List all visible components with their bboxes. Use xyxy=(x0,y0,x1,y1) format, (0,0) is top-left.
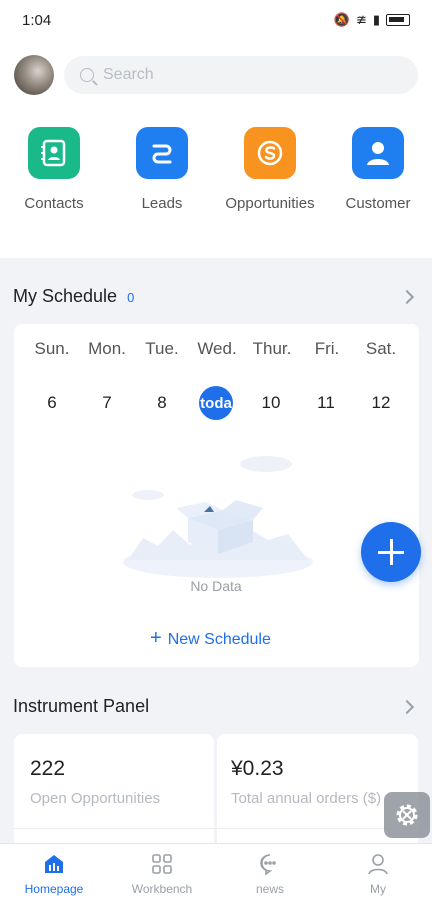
user-icon xyxy=(366,852,390,876)
home-icon xyxy=(42,852,66,876)
weekday-label: Tue. xyxy=(145,339,179,358)
mute-icon: 🔕 xyxy=(333,12,350,27)
opportunity-coin-icon xyxy=(244,127,296,179)
customer-person-icon xyxy=(352,127,404,179)
quick-action-label: Contacts xyxy=(24,195,84,212)
quick-action-label: Leads xyxy=(141,195,183,212)
weekday-label: Sat. xyxy=(365,339,397,358)
stat-label: Total annual orders ($) xyxy=(231,790,382,807)
search-icon xyxy=(80,68,94,82)
calendar-day[interactable]: 6 xyxy=(32,393,72,413)
chevron-right-icon[interactable] xyxy=(399,289,415,305)
status-bar: 1:04 🔕 ≇ ▮ xyxy=(0,0,432,40)
calendar-day[interactable]: 12 xyxy=(361,393,401,413)
search-input[interactable]: Search xyxy=(64,56,418,94)
tab-label: Homepage xyxy=(24,882,84,896)
calendar-day-today[interactable]: toda xyxy=(199,386,233,420)
wifi-icon: ≇ xyxy=(355,12,367,27)
tab-label: Workbench xyxy=(131,882,193,896)
no-data-text: No Data xyxy=(190,578,242,594)
schedule-title: My Schedule xyxy=(13,286,118,306)
gear-icon xyxy=(396,804,418,826)
leads-icon xyxy=(136,127,188,179)
quick-action-contacts[interactable]: Contacts xyxy=(4,127,104,212)
quick-action-leads[interactable]: Leads xyxy=(112,127,212,212)
empty-box-illustration xyxy=(123,456,313,578)
sim-icon: ▮ xyxy=(372,12,380,27)
weekday-label: Mon. xyxy=(88,339,126,358)
panel-title[interactable]: Instrument Panel xyxy=(13,696,149,717)
weekday-label: Wed. xyxy=(197,339,237,358)
tab-news[interactable]: news xyxy=(216,852,324,896)
stat-value: 222 xyxy=(30,757,66,780)
quick-action-label: Customer xyxy=(345,195,411,212)
search-placeholder: Search xyxy=(103,66,154,83)
plus-icon: + xyxy=(150,627,162,649)
weekday-label: Sun. xyxy=(34,339,70,358)
tab-homepage[interactable]: Homepage xyxy=(0,852,108,896)
add-floating-button[interactable] xyxy=(361,522,421,582)
tab-workbench[interactable]: Workbench xyxy=(108,852,216,896)
grid-icon xyxy=(150,852,174,876)
divider xyxy=(14,828,418,829)
bottom-tab-bar: Homepage Workbench news My xyxy=(0,843,432,900)
chevron-right-icon[interactable] xyxy=(399,699,415,715)
battery-icon xyxy=(386,14,410,26)
avatar[interactable] xyxy=(14,55,54,95)
calendar-day[interactable]: 7 xyxy=(87,393,127,413)
calendar-day[interactable]: 8 xyxy=(142,393,182,413)
schedule-header[interactable]: My Schedule 0 xyxy=(13,286,134,307)
settings-floating-button[interactable] xyxy=(384,792,430,838)
new-schedule-label: New Schedule xyxy=(167,631,271,648)
contacts-book-icon xyxy=(28,127,80,179)
weekday-label: Thur. xyxy=(252,339,292,358)
weekday-label: Fri. xyxy=(314,339,340,358)
quick-action-label: Opportunities xyxy=(225,195,315,212)
calendar-day[interactable]: 10 xyxy=(251,393,291,413)
quick-action-opportunities[interactable]: Opportunities xyxy=(220,127,320,212)
tab-my[interactable]: My xyxy=(324,852,432,896)
stat-label: Open Opportunities xyxy=(30,790,161,807)
schedule-count: 0 xyxy=(127,290,135,305)
stat-value: ¥0.23 xyxy=(231,757,284,780)
tab-label: news xyxy=(255,882,284,896)
status-icons: 🔕 ≇ ▮ xyxy=(334,12,410,28)
quick-action-customer[interactable]: Customer xyxy=(328,127,428,212)
tab-label: My xyxy=(370,882,386,896)
new-schedule-button[interactable]: + New Schedule xyxy=(150,627,271,650)
calendar-day[interactable]: 11 xyxy=(306,393,346,413)
chat-bubble-icon xyxy=(258,852,282,876)
status-time: 1:04 xyxy=(22,11,52,29)
